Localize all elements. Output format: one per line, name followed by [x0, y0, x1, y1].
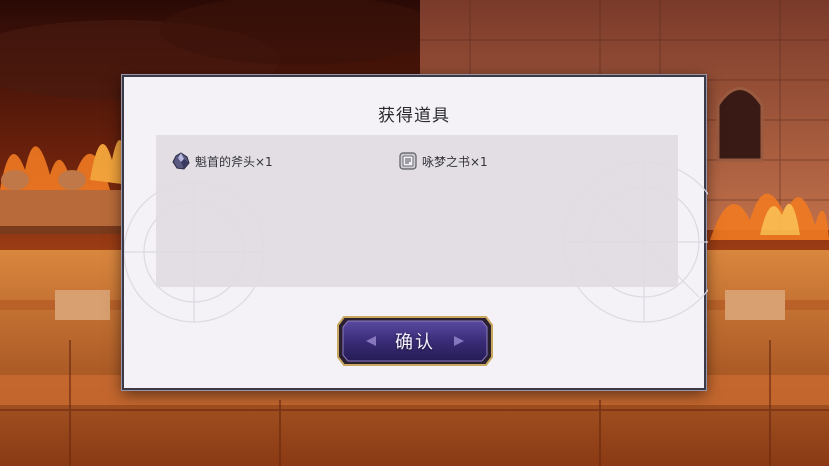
dream-book-icon [399, 152, 417, 170]
confirm-button-label: 确认 [395, 332, 435, 353]
reward-item-name: 魁首的斧头×1 [195, 154, 273, 169]
item-reward-dialog: 获得道具 魁首的斧头×1 咏梦之书×1 确认 [122, 75, 708, 390]
dialog-title: 获得道具 [378, 106, 450, 126]
reward-item: 魁首的斧头×1 [172, 152, 273, 170]
confirm-button[interactable]: 确认 [336, 315, 494, 367]
crystal-ore-icon [172, 152, 190, 170]
reward-item: 咏梦之书×1 [399, 152, 488, 170]
reward-items-panel: 魁首的斧头×1 咏梦之书×1 [156, 135, 678, 287]
reward-item-name: 咏梦之书×1 [422, 154, 488, 169]
